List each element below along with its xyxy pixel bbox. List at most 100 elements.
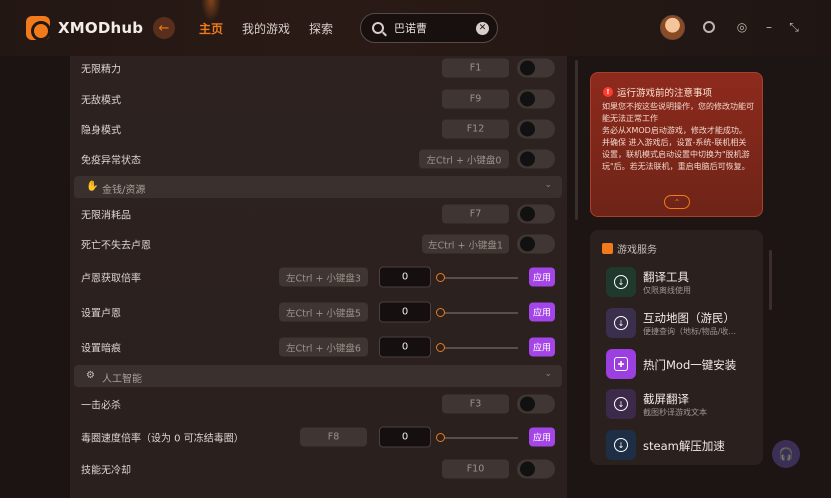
service-title: 互动地图（游民） bbox=[643, 311, 735, 325]
table-row: 无敌模式 F9 bbox=[70, 84, 567, 114]
hotkey-button[interactable]: F12 bbox=[442, 119, 509, 139]
services-header: 游戏服务 bbox=[602, 241, 657, 256]
service-interactive-map[interactable]: ↓ 互动地图（游民） 便捷查询（地标/物品/收... bbox=[606, 308, 761, 340]
hotkey-button[interactable]: F8 bbox=[300, 427, 367, 447]
toggle-switch[interactable] bbox=[517, 58, 555, 78]
slider-handle[interactable] bbox=[436, 433, 445, 442]
search-icon bbox=[372, 22, 384, 34]
table-row: 免疫异常状态 左Ctrl + 小键盘0 bbox=[70, 144, 567, 174]
apply-button[interactable]: 应用 bbox=[529, 267, 555, 287]
fullscreen-icon[interactable]: ⤡ bbox=[787, 20, 801, 34]
table-row: 一击必杀 F3 bbox=[70, 389, 567, 419]
row-label: 免疫异常状态 bbox=[81, 155, 141, 167]
table-row: 卢恩获取倍率 左Ctrl + 小键盘3 应用 bbox=[70, 262, 567, 292]
hotkey-button[interactable]: 左Ctrl + 小键盘3 bbox=[279, 267, 368, 287]
value-slider[interactable] bbox=[436, 273, 518, 282]
steam-icon: ↓ bbox=[606, 430, 636, 460]
top-bar: XMODhub ← 主页 我的游戏 探索 ✕ ◎ – ⤡ bbox=[0, 0, 831, 56]
section-header-ai[interactable]: ⚙ 人工智能 ⌄ bbox=[74, 365, 562, 387]
avatar[interactable] bbox=[660, 15, 685, 40]
mod-icon: ✚ bbox=[606, 349, 636, 379]
tab-my-games[interactable]: 我的游戏 bbox=[242, 20, 290, 37]
notice-card: ! 运行游戏前的注意事项 如果您不按这些说明操作，您的修改功能可能无法正常工作 … bbox=[590, 72, 763, 217]
row-label: 技能无冷却 bbox=[81, 465, 131, 477]
support-button[interactable]: 🎧 bbox=[772, 440, 800, 468]
chevron-down-icon: ⌄ bbox=[544, 369, 552, 379]
services-scrollbar[interactable] bbox=[769, 250, 772, 310]
target-icon[interactable]: ◎ bbox=[735, 20, 749, 34]
chevron-up-icon: ⌃ bbox=[673, 197, 681, 207]
notice-title: ! 运行游戏前的注意事项 bbox=[603, 85, 712, 99]
brain-icon: ⚙ bbox=[86, 370, 95, 381]
tab-explore[interactable]: 探索 bbox=[309, 20, 333, 37]
toggle-switch[interactable] bbox=[517, 394, 555, 414]
hotkey-button[interactable]: 左Ctrl + 小键盘6 bbox=[279, 337, 368, 357]
apply-button[interactable]: 应用 bbox=[529, 337, 555, 357]
apply-button[interactable]: 应用 bbox=[529, 302, 555, 322]
toggle-switch[interactable] bbox=[517, 204, 555, 224]
table-row: 无限消耗品 F7 bbox=[70, 199, 567, 229]
warning-icon: ! bbox=[603, 87, 613, 97]
value-input[interactable] bbox=[379, 336, 431, 358]
toggle-switch[interactable] bbox=[517, 89, 555, 109]
hotkey-button[interactable]: 左Ctrl + 小键盘0 bbox=[419, 149, 509, 169]
row-label: 死亡不失去卢恩 bbox=[81, 240, 151, 252]
minimize-icon[interactable]: – bbox=[762, 20, 776, 34]
cheat-list: 无限精力 F1 无敌模式 F9 隐身模式 F12 免疫异常状态 左Ctrl + … bbox=[70, 56, 567, 498]
box-icon bbox=[602, 243, 613, 254]
value-slider[interactable] bbox=[436, 433, 518, 442]
back-button[interactable]: ← bbox=[153, 17, 175, 39]
slider-handle[interactable] bbox=[436, 308, 445, 317]
row-label: 无限精力 bbox=[81, 64, 121, 76]
service-steam-accelerate[interactable]: ↓ steam解压加速 bbox=[606, 430, 761, 462]
collapse-button[interactable]: ⌃ bbox=[664, 195, 690, 209]
notice-title-text: 运行游戏前的注意事项 bbox=[617, 88, 713, 99]
service-mod-install[interactable]: ✚ 热门Mod一键安装 bbox=[606, 349, 761, 381]
toggle-switch[interactable] bbox=[517, 234, 555, 254]
service-title: 截屏翻译 bbox=[643, 392, 689, 406]
hotkey-button[interactable]: F7 bbox=[442, 204, 509, 224]
hand-icon: ✋ bbox=[86, 181, 99, 192]
tab-home[interactable]: 主页 bbox=[199, 0, 223, 37]
value-input[interactable] bbox=[379, 301, 431, 323]
row-label: 设置暗痕 bbox=[81, 343, 121, 355]
row-label: 卢恩获取倍率 bbox=[81, 273, 141, 285]
apply-button[interactable]: 应用 bbox=[529, 427, 555, 447]
map-icon: ↓ bbox=[606, 308, 636, 338]
list-scrollbar[interactable] bbox=[575, 60, 578, 220]
hotkey-button[interactable]: 左Ctrl + 小键盘1 bbox=[422, 234, 509, 254]
service-title: steam解压加速 bbox=[643, 439, 725, 453]
service-title: 翻译工具 bbox=[643, 270, 689, 284]
row-label: 隐身模式 bbox=[81, 125, 121, 137]
value-slider[interactable] bbox=[436, 343, 518, 352]
hotkey-button[interactable]: F3 bbox=[442, 394, 509, 414]
toggle-switch[interactable] bbox=[517, 149, 555, 169]
hotkey-button[interactable]: 左Ctrl + 小键盘5 bbox=[279, 302, 368, 322]
app-logo[interactable]: XMODhub bbox=[26, 16, 144, 41]
service-screenshot-translate[interactable]: ↓ 截屏翻译 截图秒译游戏文本 bbox=[606, 389, 761, 421]
hotkey-button[interactable]: F10 bbox=[442, 459, 509, 479]
settings-icon[interactable] bbox=[702, 20, 716, 34]
row-label: 设置卢恩 bbox=[81, 308, 121, 320]
section-header-money[interactable]: ✋ 金钱/资源 ⌄ bbox=[74, 176, 562, 198]
value-slider[interactable] bbox=[436, 308, 518, 317]
value-input[interactable] bbox=[379, 426, 431, 448]
hotkey-button[interactable]: F1 bbox=[442, 58, 509, 78]
search-input[interactable] bbox=[394, 21, 474, 35]
translate-icon: ↓ bbox=[606, 267, 636, 297]
section-label: 金钱/资源 bbox=[102, 185, 146, 196]
multiplier-input[interactable] bbox=[379, 266, 431, 288]
app-title: XMODhub bbox=[58, 19, 144, 37]
toggle-switch[interactable] bbox=[517, 119, 555, 139]
table-row: 设置暗痕 左Ctrl + 小键盘6 应用 bbox=[70, 332, 567, 362]
service-subtitle: 仅限离线使用 bbox=[643, 286, 691, 295]
service-subtitle: 便捷查询（地标/物品/收... bbox=[643, 327, 737, 336]
toggle-switch[interactable] bbox=[517, 459, 555, 479]
section-label: 人工智能 bbox=[102, 374, 142, 385]
service-translate-tool[interactable]: ↓ 翻译工具 仅限离线使用 bbox=[606, 267, 761, 299]
slider-handle[interactable] bbox=[436, 273, 445, 282]
clear-icon[interactable]: ✕ bbox=[476, 21, 489, 35]
row-label: 无限消耗品 bbox=[81, 210, 131, 222]
slider-handle[interactable] bbox=[436, 343, 445, 352]
hotkey-button[interactable]: F9 bbox=[442, 89, 509, 109]
